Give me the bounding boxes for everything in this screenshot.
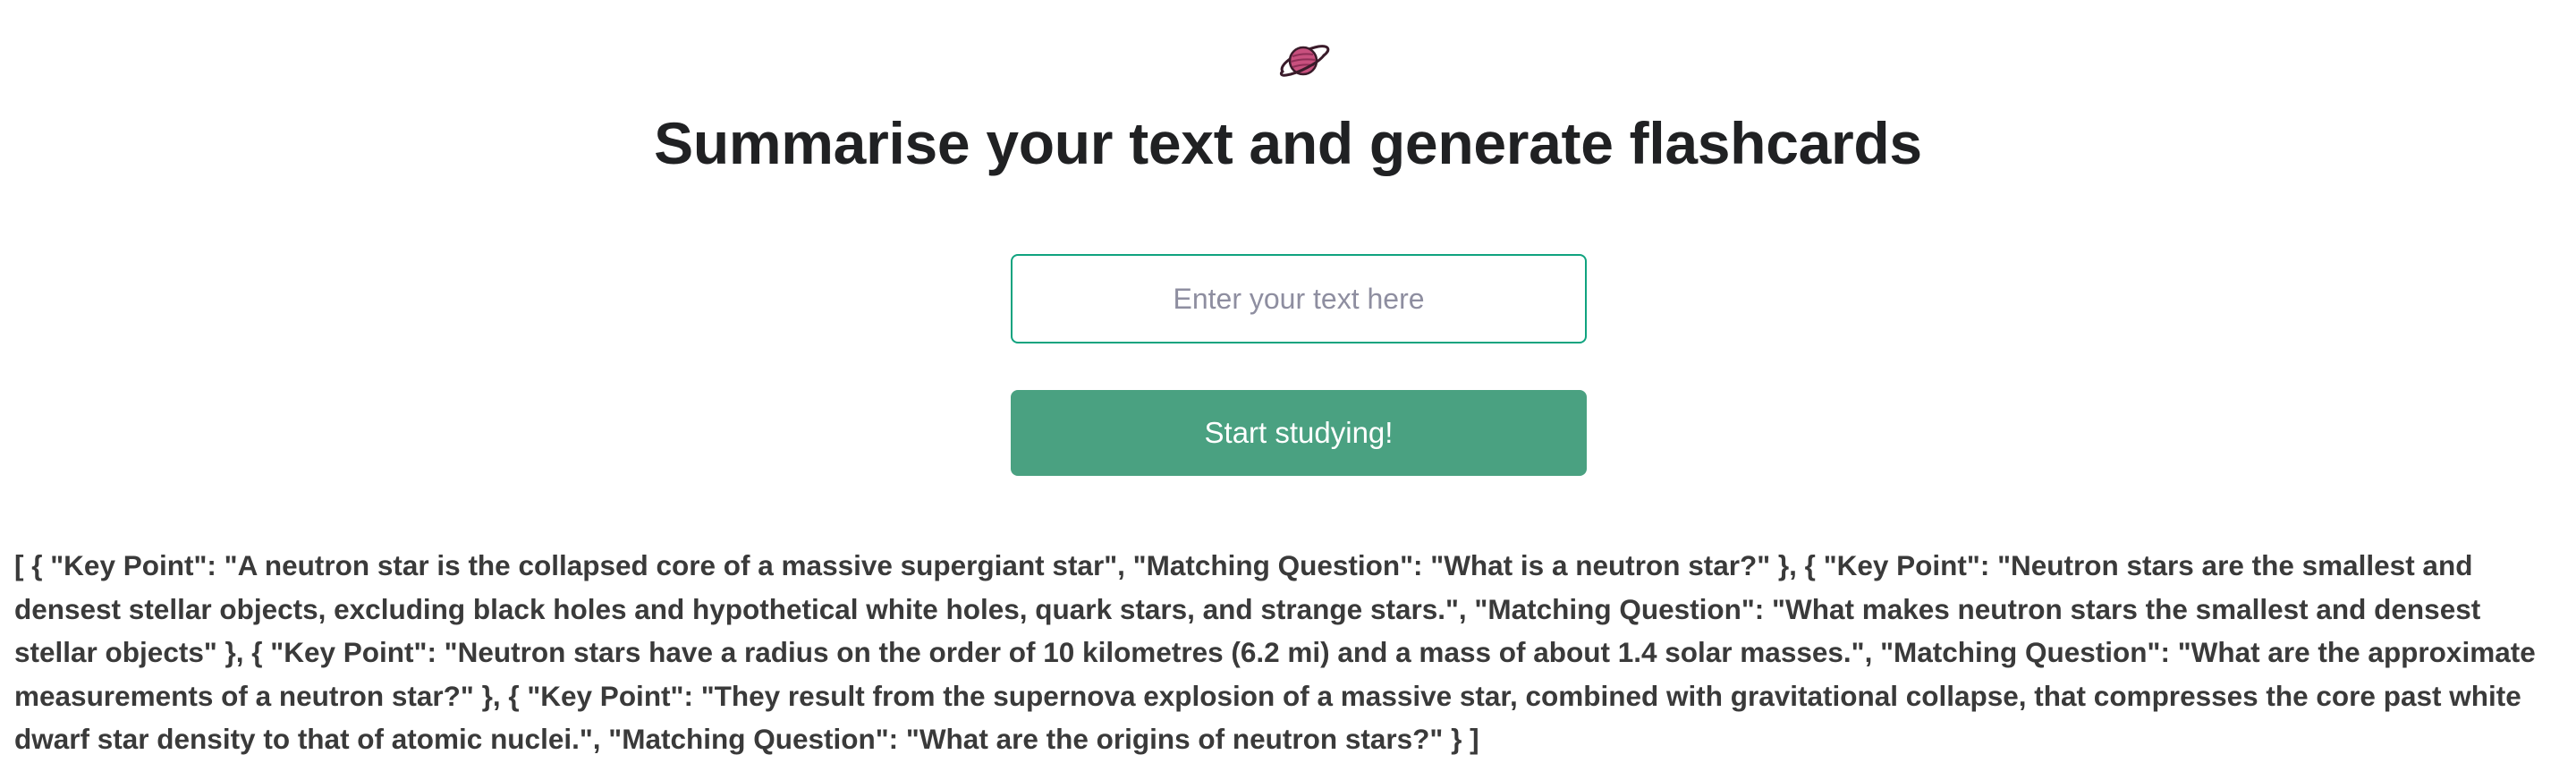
text-input[interactable] [1011,254,1587,343]
ringed-planet-icon [1277,39,1331,84]
start-studying-button[interactable]: Start studying! [1011,390,1587,476]
flashcards-result-text: [ { "Key Point": "A neutron star is the … [14,549,2536,755]
page-title: Summarise your text and generate flashca… [654,110,1922,176]
main-content: Summarise your text and generate flashca… [0,0,2576,780]
